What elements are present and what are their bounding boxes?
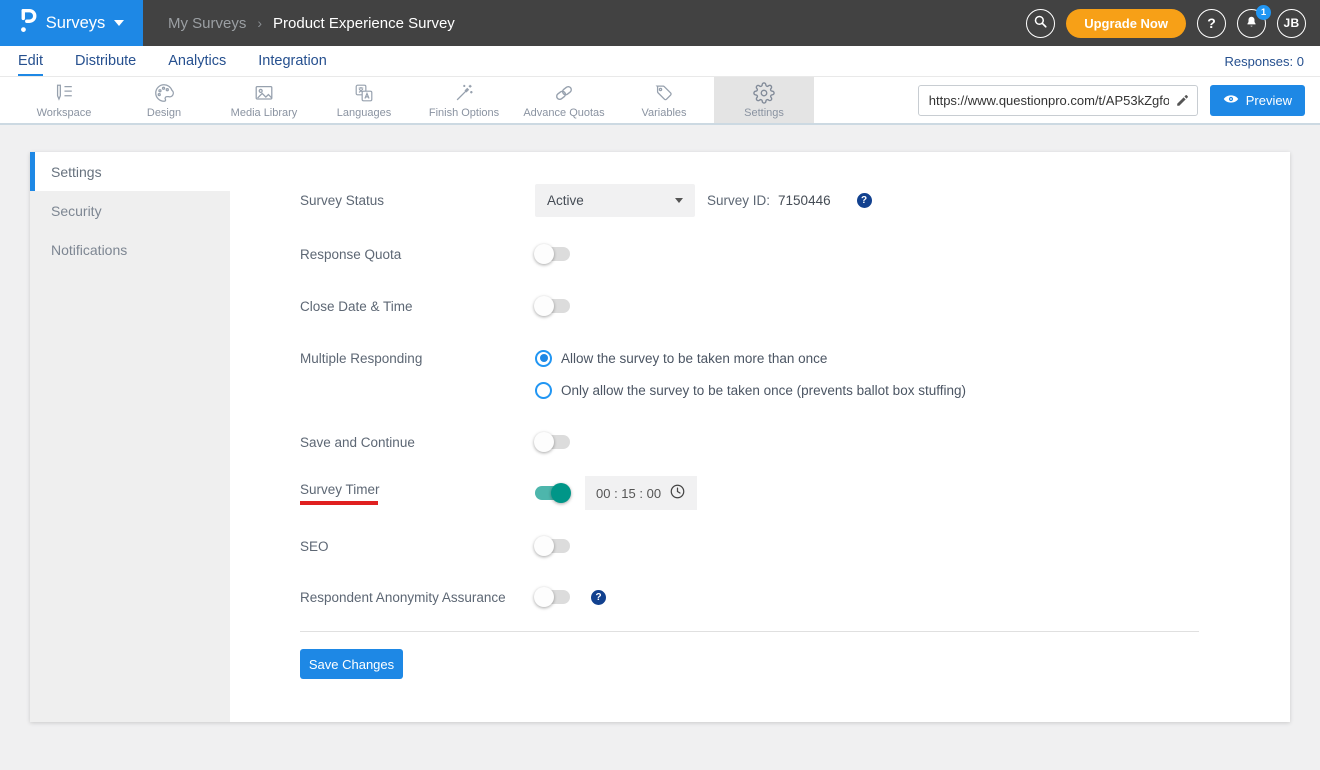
anonymity-toggle[interactable]	[534, 587, 570, 607]
multiple-responding-label: Multiple Responding	[300, 350, 423, 366]
row-survey-timer: Survey Timer 00 : 15 : 00	[300, 476, 697, 510]
upgrade-now-button[interactable]: Upgrade Now	[1066, 8, 1186, 38]
tab-edit[interactable]: Edit	[18, 46, 43, 76]
anonymity-label: Respondent Anonymity Assurance	[300, 589, 506, 605]
settings-card: Settings Security Notifications Survey S…	[30, 152, 1290, 722]
row-survey-status: Survey Status Active Survey ID: 7150446 …	[300, 183, 872, 217]
survey-timer-toggle[interactable]	[535, 483, 571, 503]
page-title: Product Experience Survey	[273, 14, 455, 32]
survey-timer-label: Survey Timer	[300, 481, 380, 497]
product-switcher[interactable]: Surveys	[0, 0, 143, 46]
row-close-date: Close Date & Time	[300, 296, 570, 316]
survey-id-label: Survey ID:	[707, 192, 771, 208]
notification-badge: 1	[1256, 4, 1271, 20]
survey-timer-label-wrap: Survey Timer	[300, 482, 535, 505]
response-quota-label: Response Quota	[300, 246, 402, 262]
survey-timer-red-underline	[300, 500, 378, 505]
avatar-initials: JB	[1283, 16, 1300, 30]
product-name: Surveys	[45, 13, 106, 32]
toolbar-item-settings[interactable]: Settings	[714, 77, 814, 123]
tab-distribute[interactable]: Distribute	[75, 46, 136, 76]
advance-quotas-icon	[553, 82, 575, 104]
tab-analytics[interactable]: Analytics	[168, 46, 226, 76]
seo-label: SEO	[300, 538, 329, 554]
survey-status-dropdown[interactable]: Active	[535, 183, 695, 217]
edit-toolbar: Workspace Design Media Library Languages…	[0, 77, 1320, 125]
survey-nav: Edit Distribute Analytics Integration Re…	[0, 46, 1320, 77]
toolbar-item-advance-quotas[interactable]: Advance Quotas	[514, 77, 614, 123]
chevron-down-icon	[675, 197, 683, 203]
radio-allow-once-label[interactable]: Only allow the survey to be taken once (…	[561, 383, 966, 398]
save-continue-toggle[interactable]	[534, 432, 570, 452]
questionpro-logo-icon	[19, 8, 37, 38]
row-allow-once: Only allow the survey to be taken once (…	[535, 380, 966, 400]
variables-icon	[653, 82, 675, 104]
header-actions: Upgrade Now ? 1 JB	[1026, 4, 1320, 38]
settings-content: Survey Status Active Survey ID: 7150446 …	[230, 152, 1290, 722]
save-changes-button[interactable]: Save Changes	[300, 649, 403, 679]
row-seo: SEO	[300, 536, 570, 556]
avatar[interactable]: JB	[1277, 8, 1306, 38]
survey-status-value: Active	[547, 192, 584, 208]
design-icon	[153, 82, 175, 104]
search-button[interactable]	[1026, 8, 1056, 38]
toolbar-item-workspace[interactable]: Workspace	[14, 77, 114, 123]
survey-timer-value: 00 : 15 : 00	[596, 485, 662, 501]
survey-url-wrap	[917, 84, 1198, 116]
survey-id-group: Survey ID: 7150446	[707, 193, 831, 208]
toolbar-item-variables[interactable]: Variables	[614, 77, 714, 123]
notifications-button[interactable]: 1	[1237, 4, 1271, 38]
radio-allow-multiple[interactable]	[535, 349, 552, 367]
breadcrumb-separator: ›	[257, 15, 263, 31]
questionpro-app: Surveys My Surveys › Product Experience …	[0, 0, 1320, 770]
toolbar-item-design[interactable]: Design	[114, 77, 214, 123]
close-date-label: Close Date & Time	[300, 298, 413, 314]
chevron-down-icon	[114, 20, 125, 26]
eye-icon	[1223, 93, 1239, 108]
row-multiple-responding: Multiple Responding Allow the survey to …	[300, 348, 827, 368]
languages-icon	[353, 82, 375, 104]
clock-icon	[669, 483, 686, 503]
survey-tabs: Edit Distribute Analytics Integration	[18, 46, 327, 76]
breadcrumb-my-surveys[interactable]: My Surveys	[168, 15, 246, 32]
survey-timer-input[interactable]: 00 : 15 : 00	[585, 476, 697, 510]
edit-url-pencil-icon[interactable]	[1175, 92, 1191, 113]
save-continue-label: Save and Continue	[300, 434, 415, 450]
form-divider	[300, 631, 1199, 632]
survey-id-help-icon[interactable]: ?	[856, 192, 872, 208]
finish-options-icon	[453, 82, 475, 104]
row-response-quota: Response Quota	[300, 244, 570, 264]
workspace-icon	[53, 82, 75, 104]
response-quota-toggle[interactable]	[534, 244, 570, 264]
search-icon	[1033, 14, 1048, 32]
top-header: Surveys My Surveys › Product Experience …	[0, 0, 1320, 46]
row-anonymity: Respondent Anonymity Assurance ?	[300, 587, 606, 607]
toolbar-item-languages[interactable]: Languages	[314, 77, 414, 123]
sidebar-item-settings[interactable]: Settings	[30, 152, 230, 191]
row-save-continue: Save and Continue	[300, 432, 570, 452]
radio-allow-multiple-label[interactable]: Allow the survey to be taken more than o…	[561, 351, 827, 366]
tab-integration[interactable]: Integration	[258, 46, 327, 76]
sidebar-item-notifications[interactable]: Notifications	[30, 230, 230, 269]
toolbar-item-finish-options[interactable]: Finish Options	[414, 77, 514, 123]
survey-url-input[interactable]	[917, 84, 1198, 116]
toolbar-right: Preview	[917, 77, 1320, 123]
toolbar-item-media-library[interactable]: Media Library	[214, 77, 314, 123]
breadcrumb: My Surveys › Product Experience Survey	[168, 15, 455, 32]
survey-status-label: Survey Status	[300, 192, 385, 208]
media-library-icon	[253, 82, 275, 104]
settings-icon	[753, 81, 775, 104]
seo-toggle[interactable]	[534, 536, 570, 556]
sidebar-item-security[interactable]: Security	[30, 191, 230, 230]
responses-count: Responses: 0	[1224, 53, 1305, 69]
radio-allow-once[interactable]	[535, 381, 552, 399]
preview-button[interactable]: Preview	[1209, 84, 1305, 116]
settings-sidebar: Settings Security Notifications	[30, 152, 230, 722]
anonymity-help-icon[interactable]: ?	[591, 589, 606, 605]
survey-id-value: 7150446	[778, 192, 831, 208]
help-button[interactable]: ?	[1197, 8, 1226, 38]
close-date-toggle[interactable]	[534, 296, 570, 316]
